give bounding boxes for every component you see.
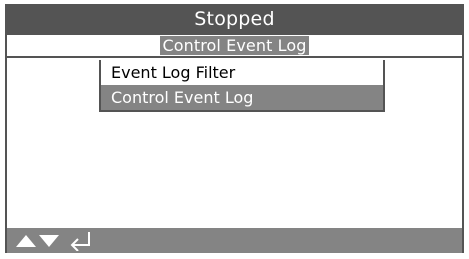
- menu-item-label: Event Log Filter: [111, 63, 236, 82]
- right-border: [462, 4, 464, 253]
- menu-item-control-event-log[interactable]: Control Event Log: [101, 85, 383, 110]
- enter-icon[interactable]: [69, 231, 93, 251]
- status-text: Stopped: [194, 7, 275, 30]
- down-arrow-icon[interactable]: [38, 234, 60, 248]
- title-row: Control Event Log: [5, 33, 464, 58]
- navigation-bar: [5, 228, 464, 253]
- status-bar: Stopped: [5, 4, 464, 33]
- left-border: [5, 4, 7, 253]
- menu-item-label: Control Event Log: [111, 88, 254, 107]
- up-arrow-icon[interactable]: [15, 234, 37, 248]
- menu-item-event-log-filter[interactable]: Event Log Filter: [101, 60, 383, 85]
- menu-dropdown: Event Log Filter Control Event Log: [99, 60, 385, 112]
- page-title: Control Event Log: [160, 36, 309, 55]
- content-area: Event Log Filter Control Event Log: [5, 58, 464, 228]
- device-screen: Stopped Control Event Log Event Log Filt…: [0, 0, 469, 259]
- nav-icons: [15, 231, 93, 251]
